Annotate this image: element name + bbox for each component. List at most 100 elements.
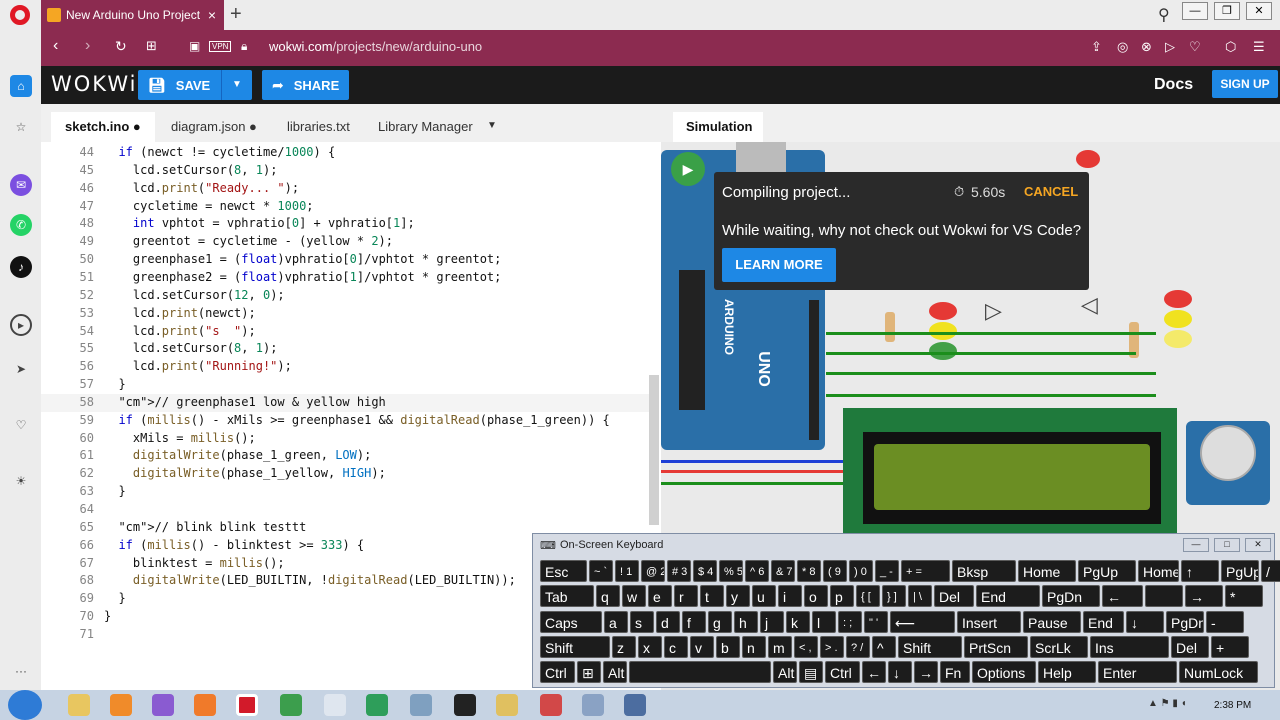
firefox-icon[interactable]	[110, 694, 132, 716]
osk-key[interactable]: →	[1185, 585, 1223, 608]
osk-key[interactable]: ←	[1102, 585, 1143, 608]
opera-logo-icon[interactable]	[10, 5, 30, 25]
firefox-alt-icon[interactable]	[194, 694, 216, 716]
code-line[interactable]: 53 lcd.print(newct);	[41, 305, 651, 323]
osk-key[interactable]: PgUp	[1078, 560, 1136, 582]
osk-key[interactable]: Home	[1018, 560, 1076, 582]
osk-key[interactable]: t	[700, 585, 724, 608]
potentiometer[interactable]	[1186, 421, 1270, 505]
resistor[interactable]	[885, 312, 895, 342]
osk-key[interactable]: PgUp	[1221, 560, 1259, 582]
osk-key[interactable]: n	[742, 635, 766, 658]
share-link-icon[interactable]: ⇪	[1091, 39, 1102, 55]
osk-key[interactable]: : ;	[838, 610, 862, 633]
osk-key[interactable]: Caps	[540, 610, 602, 633]
maximize-icon[interactable]: □	[1214, 538, 1240, 552]
editor-scrollbar[interactable]	[649, 375, 659, 525]
led-green[interactable]	[929, 342, 957, 360]
code-line[interactable]: 48 int vphtot = vphratio[0] + vphratio[1…	[41, 215, 651, 233]
code-line[interactable]: 61 digitalWrite(phase_1_green, LOW);	[41, 447, 651, 465]
url-field[interactable]: wokwi.com/projects/new/arduino-uno	[269, 39, 482, 54]
chrome-icon[interactable]	[280, 694, 302, 716]
osk-key[interactable]: Del	[1171, 635, 1209, 658]
code-line[interactable]: 55 lcd.setCursor(8, 1);	[41, 340, 651, 358]
reload-icon[interactable]: ↻	[115, 38, 127, 55]
app-icon[interactable]	[454, 694, 476, 716]
whatsapp-icon[interactable]: ✆	[10, 214, 32, 236]
osk-key[interactable]: End	[976, 585, 1040, 608]
osk-key[interactable]: k	[786, 610, 810, 633]
osk-key[interactable]: < ,	[794, 635, 818, 658]
osk-key[interactable]: s	[630, 610, 654, 633]
osk-key[interactable]: j	[760, 610, 784, 633]
bookmark-cube-icon[interactable]: ☆	[10, 116, 32, 138]
minimize-icon[interactable]: —	[1183, 538, 1209, 552]
osk-key[interactable]: ^	[872, 635, 896, 658]
osk-key[interactable]: *	[1225, 585, 1263, 608]
osk-key[interactable]: ScrLk	[1030, 635, 1088, 658]
osk-key[interactable]: p	[830, 585, 854, 608]
osk-taskbar-icon[interactable]	[624, 694, 646, 716]
browser-tab[interactable]: New Arduino Uno Project ×	[41, 0, 224, 30]
save-dropdown-chevron-icon[interactable]: ▼	[221, 70, 252, 100]
osk-key[interactable]: + =	[901, 560, 950, 582]
osk-key[interactable]: ⊞	[577, 661, 601, 684]
osk-key[interactable]: NumLock	[1179, 661, 1258, 684]
osk-key[interactable]: b	[716, 635, 740, 658]
osk-key[interactable]: Alt	[603, 661, 627, 684]
code-line[interactable]: 47 cycletime = newct * 1000;	[41, 198, 651, 216]
file-icon[interactable]	[324, 694, 346, 716]
maximize-icon[interactable]: ❐	[1214, 2, 1240, 20]
block-icon[interactable]: ⊗	[1141, 39, 1152, 55]
osk-key[interactable]: +	[1211, 635, 1249, 658]
explorer-icon[interactable]	[68, 694, 90, 716]
close-icon[interactable]: ✕	[1245, 538, 1271, 552]
osk-key[interactable]: ( 9	[823, 560, 847, 582]
osk-key[interactable]: > .	[820, 635, 844, 658]
osk-key[interactable]: " '	[864, 610, 888, 633]
osk-key[interactable]: a	[604, 610, 628, 633]
search-icon[interactable]: ⚲	[1158, 5, 1170, 25]
osk-key[interactable]: ! 1	[615, 560, 639, 582]
new-tab-button[interactable]: +	[230, 3, 242, 26]
heart-icon[interactable]: ♡	[10, 414, 32, 436]
bulb-icon[interactable]: ☀	[10, 470, 32, 492]
signup-button[interactable]: SIGN UP	[1212, 70, 1278, 98]
traffic-light-left[interactable]	[919, 302, 959, 360]
tab-library-manager[interactable]: Library Manager	[364, 112, 487, 142]
osk-key[interactable]: PgDn	[1042, 585, 1100, 608]
code-line[interactable]: 62 digitalWrite(phase_1_yellow, HIGH);	[41, 465, 651, 483]
lcd-display[interactable]	[843, 408, 1177, 538]
send-icon[interactable]: ➤	[10, 358, 32, 380]
osk-key[interactable]	[1145, 585, 1183, 608]
osk-key[interactable]: u	[752, 585, 776, 608]
my-flow-heart-icon[interactable]: ♡	[1189, 39, 1201, 55]
led-red[interactable]	[1076, 150, 1100, 168]
taskbar-clock[interactable]: 2:38 PM	[1214, 700, 1251, 711]
snapshot-icon[interactable]: ▣	[189, 39, 200, 53]
osk-key[interactable]: Ins	[1090, 635, 1169, 658]
osk-key[interactable]: ^ 6	[745, 560, 769, 582]
extensions-icon[interactable]: ⬡	[1225, 39, 1236, 55]
osk-key[interactable]: -	[1206, 610, 1244, 633]
osk-key[interactable]: _ -	[875, 560, 899, 582]
code-line[interactable]: 50 greenphase1 = (float)vphratio[0]/vpht…	[41, 251, 651, 269]
osk-key[interactable]: f	[682, 610, 706, 633]
osk-key[interactable]: * 8	[797, 560, 821, 582]
code-line[interactable]: 58 "cm">// greenphase1 low & yellow high	[41, 393, 651, 412]
code-line[interactable]: 54 lcd.print("s ");	[41, 323, 651, 341]
osk-key[interactable]: Alt	[773, 661, 797, 684]
tab-simulation[interactable]: Simulation	[673, 112, 763, 142]
messenger-icon[interactable]: ✉	[10, 174, 32, 196]
osk-key[interactable]: Pause	[1023, 610, 1081, 633]
osk-key[interactable]: Options	[972, 661, 1036, 684]
code-line[interactable]: 57 }	[41, 376, 651, 394]
osk-key[interactable]: ⟵	[890, 610, 955, 633]
osk-key[interactable]: Insert	[957, 610, 1021, 633]
tiktok-icon[interactable]: ♪	[10, 256, 32, 278]
osk-key[interactable]: Tab	[540, 585, 594, 608]
osk-key[interactable]: | \	[908, 585, 932, 608]
share-button[interactable]: ➦ SHARE	[262, 70, 349, 100]
osk-key[interactable]: { [	[856, 585, 880, 608]
potentiometer-knob[interactable]	[1200, 425, 1256, 481]
